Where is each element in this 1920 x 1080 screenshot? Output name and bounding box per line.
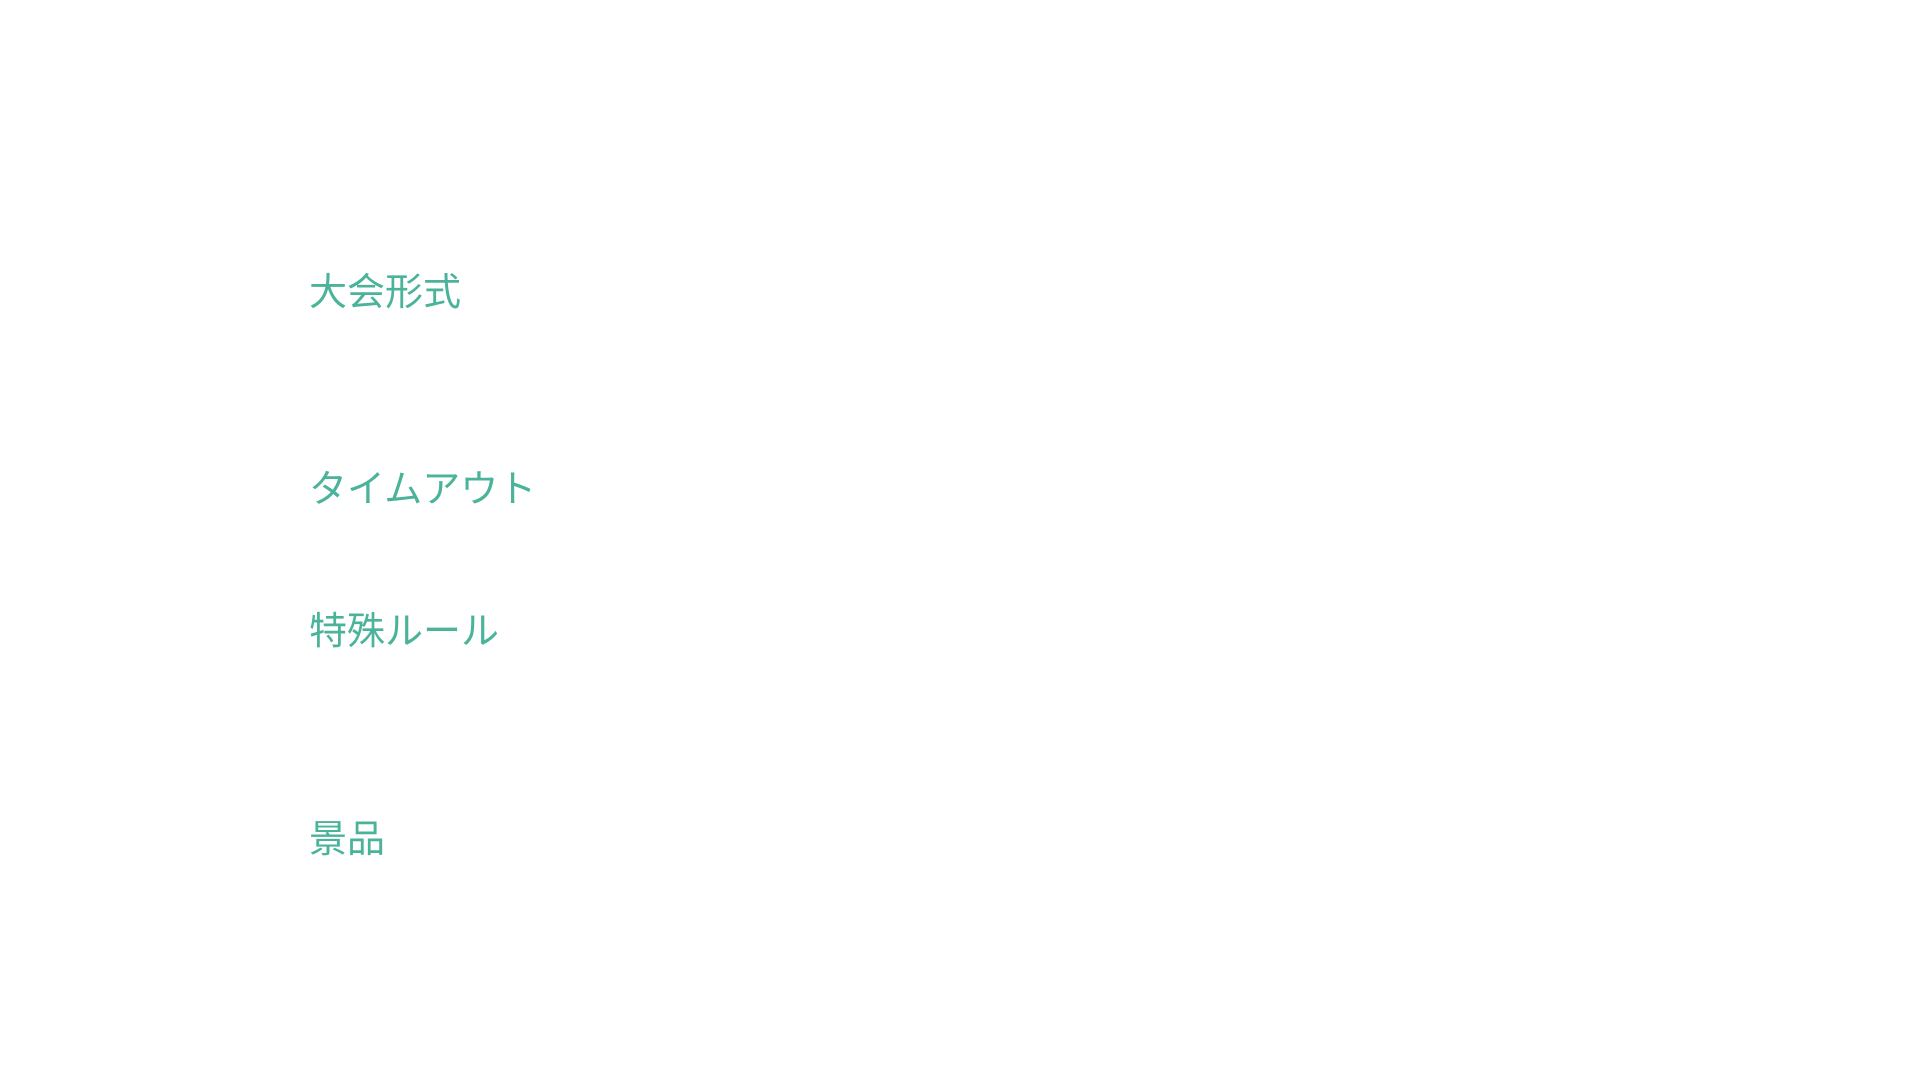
section-heading-tournament-format: 大会形式 <box>309 270 462 314</box>
section-heading-prizes: 景品 <box>309 817 386 861</box>
page: 大会形式 タイムアウト 特殊ルール 景品 <box>0 0 1920 1080</box>
section-heading-special-rules: 特殊ルール <box>309 609 500 653</box>
section-heading-timeout: タイムアウト <box>309 467 537 511</box>
